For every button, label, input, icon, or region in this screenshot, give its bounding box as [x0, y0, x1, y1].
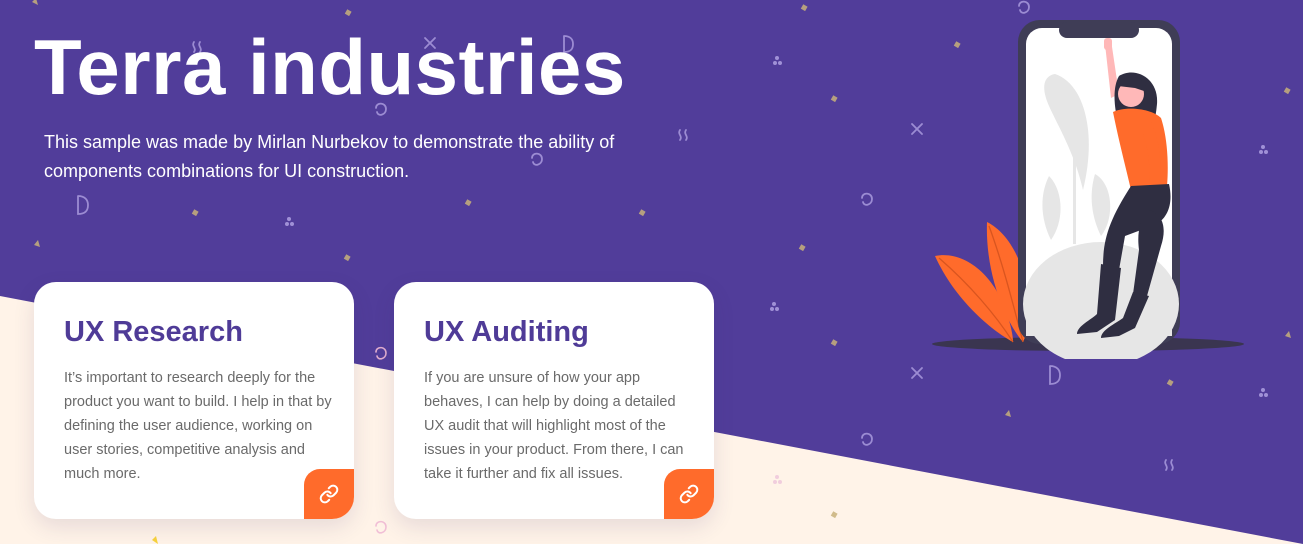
- orange-leaf-icon: [935, 222, 1029, 342]
- service-card-ux-auditing: UX Auditing If you are unsure of how you…: [394, 282, 714, 519]
- card-description: If you are unsure of how your app behave…: [424, 370, 684, 482]
- link-icon: [319, 484, 339, 504]
- phone-woman-illustration: [932, 20, 1244, 359]
- card-link-button[interactable]: [304, 469, 354, 519]
- page-subtitle: This sample was made by Mirlan Nurbekov …: [44, 132, 615, 181]
- link-icon: [679, 484, 699, 504]
- card-description: It’s important to research deeply for th…: [64, 370, 332, 482]
- card-title: UX Research: [64, 316, 243, 348]
- card-link-button[interactable]: [664, 469, 714, 519]
- page-title: Terra industries: [34, 23, 626, 111]
- phone-notch: [1059, 22, 1139, 38]
- service-card-ux-research: UX Research It’s important to research d…: [34, 282, 354, 519]
- card-title: UX Auditing: [424, 316, 589, 348]
